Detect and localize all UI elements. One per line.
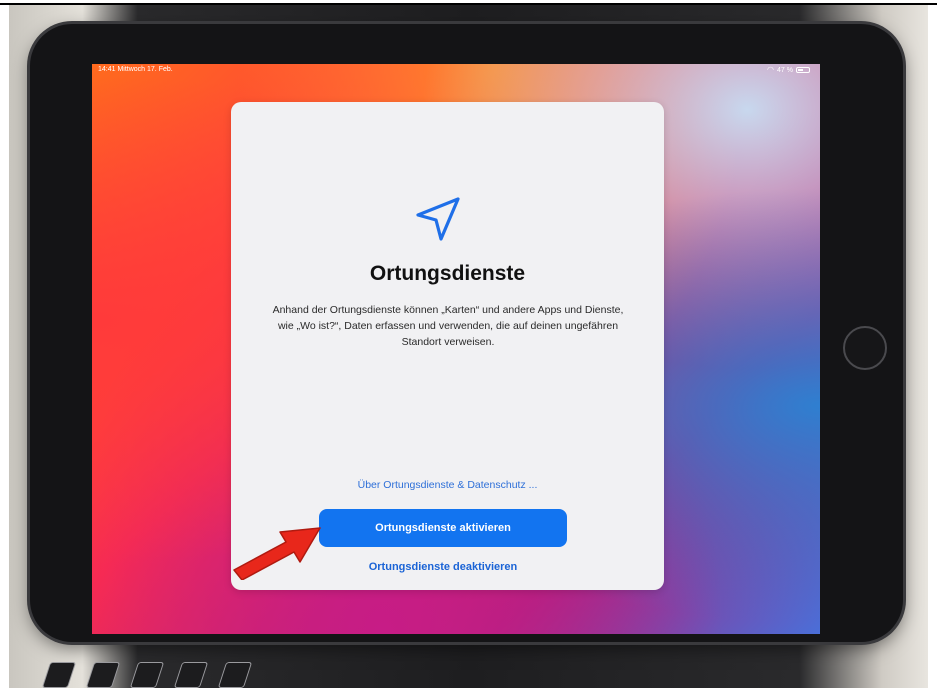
- keyboard-row: [40, 652, 490, 688]
- keyboard-key[interactable]: [41, 662, 77, 688]
- red-pointer-arrow-icon: [233, 527, 321, 580]
- keyboard-key[interactable]: [129, 662, 165, 688]
- keyboard-key[interactable]: [85, 662, 121, 688]
- keyboard-key[interactable]: [217, 662, 253, 688]
- enable-location-services-button[interactable]: Ortungsdienste aktivieren: [319, 509, 567, 547]
- privacy-info-link[interactable]: Über Ortungsdienste & Datenschutz ...: [231, 479, 664, 491]
- wifi-icon: ◠: [767, 65, 775, 74]
- battery-icon: [796, 67, 810, 73]
- location-arrow-icon: [416, 197, 460, 241]
- status-time-date: 14:41 Mittwoch 17. Feb.: [98, 66, 173, 73]
- sheet-title: Ortungsdienste: [369, 262, 526, 285]
- status-indicators: ◠ 47 %: [767, 66, 810, 74]
- sheet-description: Anhand der Ortungsdienste können „Karten…: [272, 304, 624, 348]
- disable-location-services-button[interactable]: Ortungsdienste deaktivieren: [319, 556, 567, 578]
- keyboard-key[interactable]: [173, 662, 209, 688]
- battery-percentage: 47 %: [777, 66, 793, 74]
- home-button[interactable]: [843, 326, 887, 370]
